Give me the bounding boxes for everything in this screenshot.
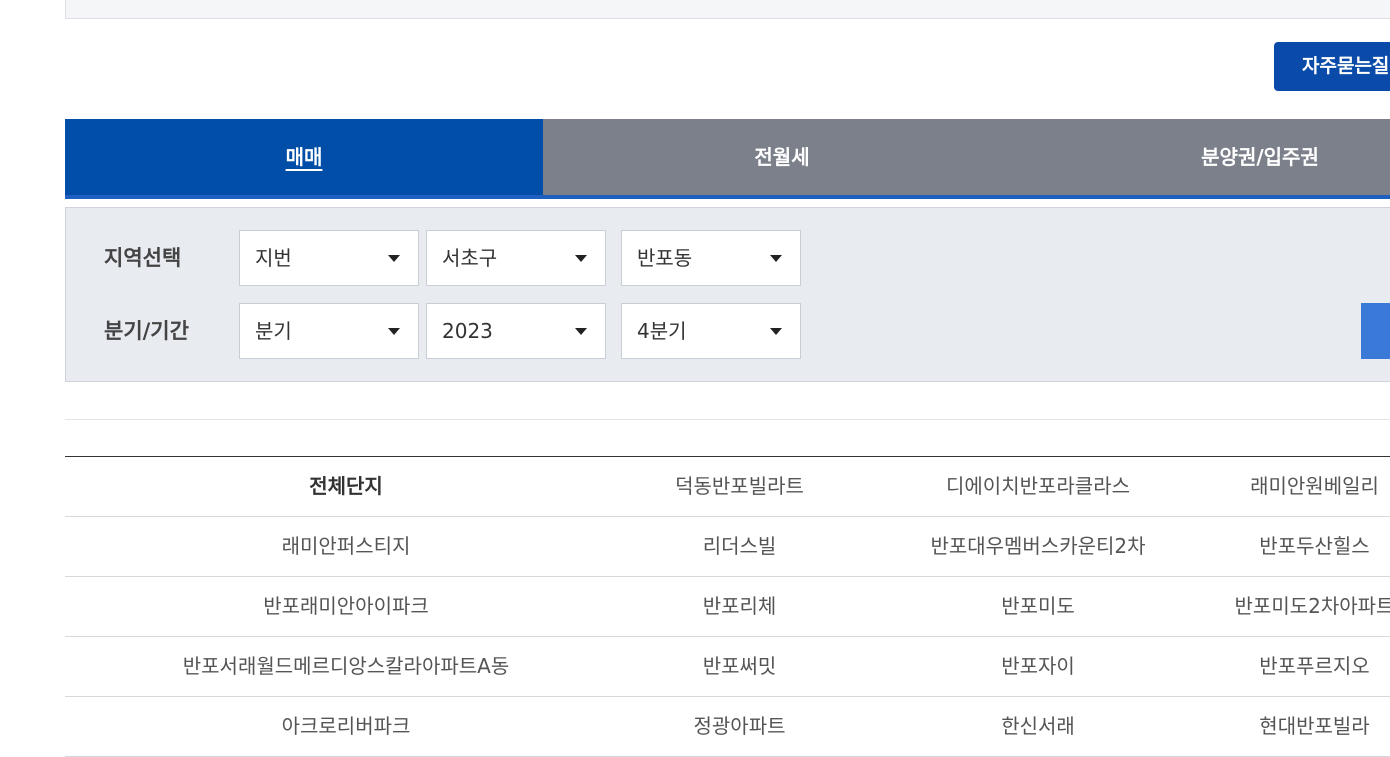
complex-item-all[interactable]: 전체단지 xyxy=(65,457,627,516)
dong-select[interactable]: 반포동 xyxy=(621,230,801,286)
faq-button[interactable]: 자주묻는질문 xyxy=(1274,42,1390,91)
chevron-down-icon xyxy=(770,328,782,335)
period-type-value: 분기 xyxy=(255,319,292,343)
year-value: 2023 xyxy=(442,319,493,343)
period-type-select[interactable]: 분기 xyxy=(239,303,419,359)
complex-item[interactable]: 반포미도 xyxy=(852,577,1224,636)
table-row: 래미안퍼스티지 리더스빌 반포대우멤버스카운티2차 반포두산힐스 xyxy=(65,517,1390,577)
chevron-down-icon xyxy=(388,255,400,262)
complex-item[interactable]: 한신서래 xyxy=(852,697,1224,756)
complex-item[interactable]: 리더스빌 xyxy=(627,517,852,576)
complex-item[interactable]: 디에이치반포라클라스 xyxy=(852,457,1224,516)
quarter-select[interactable]: 4분기 xyxy=(621,303,801,359)
tab-sale[interactable]: 매매 xyxy=(65,119,543,195)
complex-item[interactable]: 반포두산힐스 xyxy=(1224,517,1390,576)
table-row: 전체단지 덕동반포빌라트 디에이치반포라클라스 래미안원베일리 xyxy=(65,457,1390,517)
quarter-value: 4분기 xyxy=(637,319,687,343)
chevron-down-icon xyxy=(770,255,782,262)
search-filter-panel: 지역선택 지번 서초구 반포동 분기/기간 분기 2023 4분기 xyxy=(65,207,1390,382)
complex-item[interactable]: 반포미도2차아파트 xyxy=(1224,577,1390,636)
tab-presale-rights[interactable]: 분양권/입주권 xyxy=(1021,119,1390,195)
tab-lease[interactable]: 전월세 xyxy=(543,119,1021,195)
complex-item[interactable]: 반포대우멤버스카운티2차 xyxy=(852,517,1224,576)
address-type-value: 지번 xyxy=(255,246,292,270)
trade-type-tabs: 매매 전월세 분양권/입주권 xyxy=(65,119,1390,195)
chevron-down-icon xyxy=(575,328,587,335)
district-select[interactable]: 서초구 xyxy=(426,230,606,286)
dong-value: 반포동 xyxy=(637,246,693,270)
complex-list-table: 전체단지 덕동반포빌라트 디에이치반포라클라스 래미안원베일리 래미안퍼스티지 … xyxy=(65,456,1390,757)
table-row: 아크로리버파크 정광아파트 한신서래 현대반포빌라 xyxy=(65,697,1390,757)
table-row: 반포래미안아이파크 반포리체 반포미도 반포미도2차아파트 xyxy=(65,577,1390,637)
complex-item[interactable]: 래미안원베일리 xyxy=(1224,457,1390,516)
complex-item[interactable]: 반포푸르지오 xyxy=(1224,637,1390,696)
chevron-down-icon xyxy=(388,328,400,335)
complex-item[interactable]: 덕동반포빌라트 xyxy=(627,457,852,516)
year-select[interactable]: 2023 xyxy=(426,303,606,359)
period-label: 분기/기간 xyxy=(104,319,189,343)
complex-item[interactable]: 래미안퍼스티지 xyxy=(65,517,627,576)
table-row: 반포서래월드메르디앙스칼라아파트A동 반포써밋 반포자이 반포푸르지오 xyxy=(65,637,1390,697)
search-button[interactable] xyxy=(1361,303,1390,359)
address-type-select[interactable]: 지번 xyxy=(239,230,419,286)
complex-item[interactable]: 반포래미안아이파크 xyxy=(65,577,627,636)
complex-item[interactable]: 아크로리버파크 xyxy=(65,697,627,756)
chevron-down-icon xyxy=(575,255,587,262)
divider xyxy=(65,419,1390,420)
tab-underline xyxy=(65,195,1390,199)
top-info-box xyxy=(65,0,1390,19)
complex-item[interactable]: 현대반포빌라 xyxy=(1224,697,1390,756)
complex-item[interactable]: 정광아파트 xyxy=(627,697,852,756)
complex-item[interactable]: 반포리체 xyxy=(627,577,852,636)
complex-item[interactable]: 반포서래월드메르디앙스칼라아파트A동 xyxy=(65,637,627,696)
complex-item[interactable]: 반포자이 xyxy=(852,637,1224,696)
complex-item[interactable]: 반포써밋 xyxy=(627,637,852,696)
region-label: 지역선택 xyxy=(104,246,182,270)
district-value: 서초구 xyxy=(442,246,498,270)
